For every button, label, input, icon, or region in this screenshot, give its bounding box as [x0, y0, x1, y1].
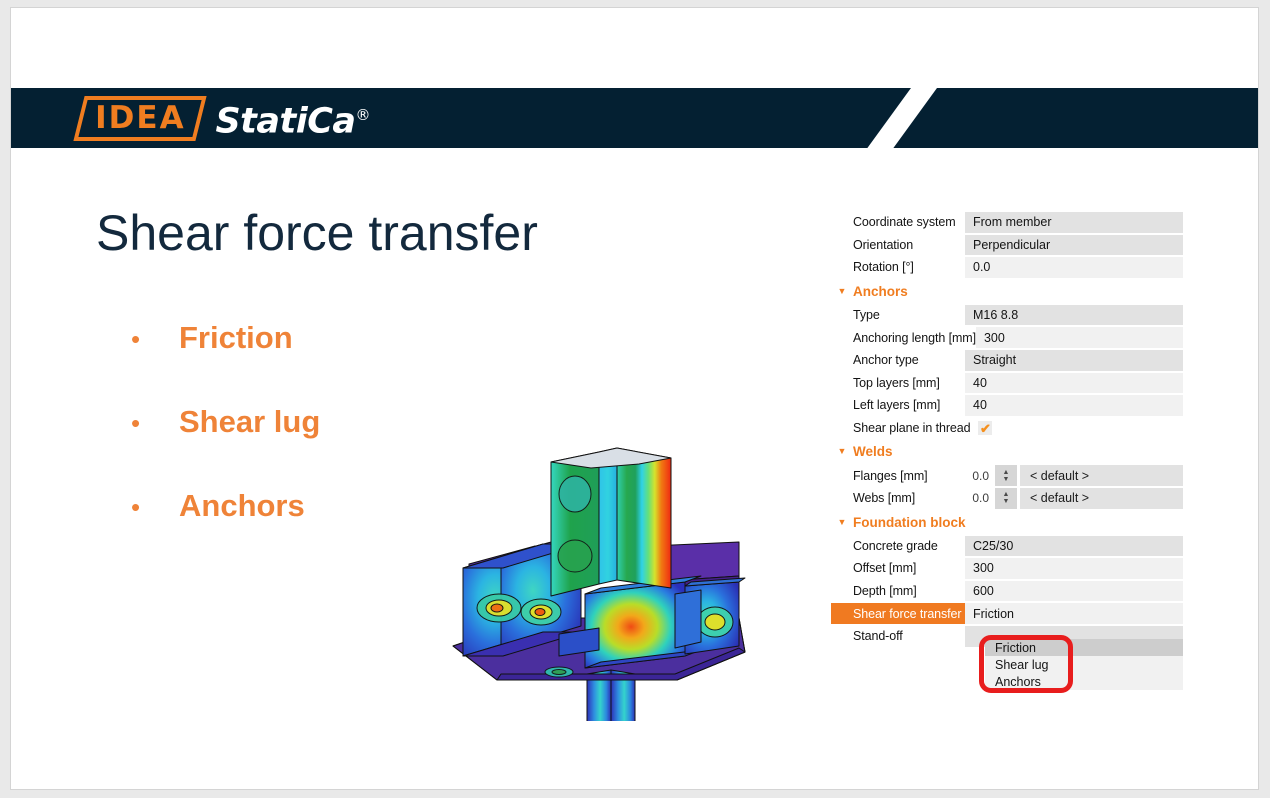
property-value-rotation[interactable]: 0.0: [965, 257, 1183, 278]
property-value-orientation[interactable]: Perpendicular: [965, 234, 1183, 256]
flanges-numeric-value[interactable]: 0.0: [965, 464, 995, 487]
property-value-type[interactable]: M16 8.8: [965, 304, 1183, 326]
flanges-stepper[interactable]: ▲ ▼: [995, 465, 1017, 486]
dropdown-option-anchors[interactable]: Anchors: [985, 673, 1183, 690]
property-row-shear-plane-in-thread: Shear plane in thread ✔: [831, 417, 1183, 440]
idea-statica-logo: IDEA StatiCa®: [73, 95, 371, 142]
property-value-webs[interactable]: < default >: [1020, 487, 1183, 509]
page-title: Shear force transfer: [96, 205, 538, 261]
property-label: Anchor type: [853, 353, 919, 368]
bullet-dot-icon: •: [131, 492, 141, 522]
property-label: Concrete grade: [853, 538, 938, 553]
section-title-foundation-block: Foundation block: [853, 514, 966, 530]
property-value-concrete-grade[interactable]: C25/30: [965, 535, 1183, 557]
section-title-anchors: Anchors: [853, 283, 908, 299]
property-label: Depth [mm]: [853, 584, 917, 599]
property-row-left-layers: Left layers [mm] 40: [831, 394, 1183, 417]
webs-stepper[interactable]: ▲ ▼: [995, 487, 1017, 509]
property-label: Shear plane in thread: [853, 421, 971, 436]
registered-trademark-icon: ®: [355, 105, 371, 124]
property-value-shear-plane-in-thread[interactable]: ✔: [970, 418, 1183, 439]
property-label: Flanges [mm]: [853, 468, 928, 483]
dropdown-option-shear-lug[interactable]: Shear lug: [985, 656, 1183, 673]
property-row-top-layers: Top layers [mm] 40: [831, 372, 1183, 395]
list-item: • Friction: [131, 320, 551, 404]
statica-word-text: StatiCa: [215, 101, 356, 142]
bullet-dot-icon: •: [131, 408, 141, 438]
bullet-dot-icon: •: [131, 324, 141, 354]
statica-wordmark: StatiCa®: [215, 95, 371, 142]
stepper-up-icon[interactable]: ▲: [1003, 469, 1010, 476]
bullet-label-anchors: Anchors: [179, 488, 305, 523]
webs-numeric-value[interactable]: 0.0: [965, 487, 995, 510]
property-row-rotation: Rotation [°] 0.0: [831, 256, 1183, 279]
section-header-foundation-block[interactable]: ▼ Foundation block: [831, 510, 1183, 535]
property-label: Webs [mm]: [853, 491, 916, 506]
brand-diagonal-slash: [857, 88, 943, 148]
presentation-slide: IDEA StatiCa® Shear force transfer • Fri…: [10, 7, 1259, 790]
bullet-label-friction: Friction: [179, 320, 293, 355]
property-row-coordinate-system: Coordinate system From member: [831, 211, 1183, 234]
property-label: Anchoring length [mm]: [853, 330, 976, 345]
property-label: Offset [mm]: [853, 561, 917, 576]
property-label: Top layers [mm]: [853, 375, 940, 390]
property-row-flanges: Flanges [mm] 0.0 ▲ ▼ < default >: [831, 464, 1183, 487]
property-value-flanges[interactable]: < default >: [1020, 465, 1183, 486]
idea-logo-mark: IDEA: [73, 95, 208, 141]
property-value-top-layers[interactable]: 40: [965, 372, 1183, 394]
chevron-down-icon: ▼: [837, 285, 847, 296]
property-label-shear-force-transfer: Shear force transfer: [831, 603, 965, 624]
property-value-shear-force-transfer[interactable]: Friction: [965, 603, 1183, 624]
section-title-welds: Welds: [853, 444, 893, 460]
section-header-anchors[interactable]: ▼ Anchors: [831, 279, 1183, 304]
checkbox-checked-icon[interactable]: ✔: [978, 421, 993, 436]
section-header-welds[interactable]: ▼ Welds: [831, 439, 1183, 464]
property-row-anchoring-length: Anchoring length [mm] 300: [831, 326, 1183, 349]
property-value-anchoring-length[interactable]: 300: [975, 327, 1183, 348]
property-label: Stand-off: [853, 629, 903, 644]
property-label: Orientation: [853, 237, 914, 252]
stepper-down-icon[interactable]: ▼: [1003, 498, 1010, 505]
brand-header-band: IDEA StatiCa®: [11, 88, 1258, 148]
property-label: Type: [853, 308, 880, 323]
property-row-orientation: Orientation Perpendicular: [831, 234, 1183, 257]
property-row-webs: Webs [mm] 0.0 ▲ ▼ < default >: [831, 487, 1183, 510]
fea-model-image: [439, 436, 785, 721]
property-row-offset: Offset [mm] 300: [831, 557, 1183, 580]
property-row-type: Type M16 8.8: [831, 304, 1183, 327]
property-value-left-layers[interactable]: 40: [965, 395, 1183, 416]
stepper-up-icon[interactable]: ▲: [1003, 491, 1010, 498]
property-value-coordinate-system[interactable]: From member: [965, 212, 1183, 233]
idea-logo-text: IDEA: [95, 99, 186, 136]
property-value-anchor-type[interactable]: Straight: [965, 349, 1183, 371]
property-value-offset[interactable]: 300: [965, 558, 1183, 579]
chevron-down-icon: ▼: [837, 446, 847, 457]
property-value-depth[interactable]: 600: [965, 580, 1183, 602]
property-row-concrete-grade: Concrete grade C25/30: [831, 535, 1183, 558]
chevron-down-icon: ▼: [837, 516, 847, 527]
property-row-anchor-type: Anchor type Straight: [831, 349, 1183, 372]
property-label: Rotation [°]: [853, 260, 914, 275]
properties-panel: Coordinate system From member Orientatio…: [831, 211, 1183, 693]
shear-force-transfer-dropdown[interactable]: Friction Shear lug Anchors: [985, 639, 1183, 690]
dropdown-option-friction[interactable]: Friction: [985, 639, 1183, 656]
stepper-down-icon[interactable]: ▼: [1003, 476, 1010, 483]
property-row-depth: Depth [mm] 600: [831, 580, 1183, 603]
property-label: Left layers [mm]: [853, 398, 941, 413]
property-row-shear-force-transfer: Shear force transfer Friction: [831, 602, 1183, 625]
property-label: Coordinate system: [853, 215, 956, 230]
bullet-label-shear-lug: Shear lug: [179, 404, 321, 439]
